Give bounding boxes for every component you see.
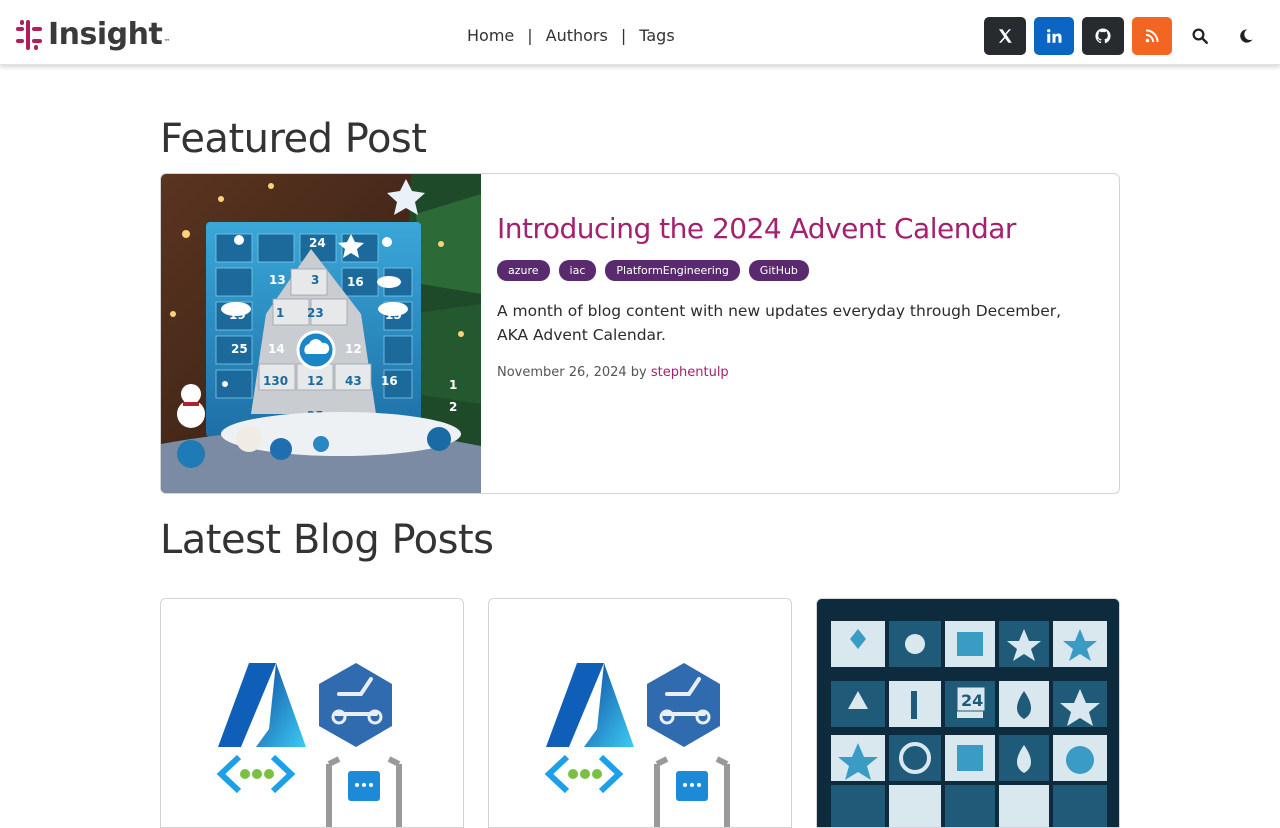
site-header: Insight ™ Home | Authors | Tags bbox=[0, 0, 1280, 65]
nav-separator: | bbox=[620, 26, 627, 45]
tag-platformengineering[interactable]: PlatformEngineering bbox=[605, 260, 740, 281]
calendar-number: 12 bbox=[307, 374, 324, 388]
calendar-number: 12 bbox=[345, 342, 362, 356]
calendar-number: 13 bbox=[269, 273, 286, 287]
advent-icons-illustration: 24 bbox=[817, 599, 1119, 827]
latest-post-card[interactable] bbox=[488, 598, 792, 828]
post-date: November 26, 2024 bbox=[497, 365, 627, 380]
featured-post-image[interactable]: 24 13 3 16 23 19 1 15 25 14 12 130 12 43… bbox=[161, 174, 481, 493]
featured-post-excerpt: A month of blog content with new updates… bbox=[497, 302, 1062, 344]
tag-iac[interactable]: iac bbox=[558, 260, 597, 281]
main-nav: Home | Authors | Tags bbox=[467, 26, 675, 45]
github-icon bbox=[1095, 28, 1111, 44]
calendar-number: 25 bbox=[231, 342, 248, 356]
featured-post-tags: azure iac PlatformEngineering GitHub bbox=[497, 260, 1097, 281]
tag-azure[interactable]: azure bbox=[497, 260, 550, 281]
featured-section-title: Featured Post bbox=[160, 116, 427, 162]
calendar-number: 130 bbox=[263, 374, 288, 388]
dark-mode-icon bbox=[1240, 29, 1253, 43]
advent-number: 24 bbox=[961, 691, 983, 710]
dark-mode-toggle[interactable] bbox=[1235, 25, 1257, 47]
calendar-number: 3 bbox=[311, 273, 319, 287]
calendar-number: 2 bbox=[449, 400, 457, 414]
calendar-number: 43 bbox=[345, 374, 362, 388]
search-icon bbox=[1192, 28, 1208, 44]
calendar-number: 14 bbox=[268, 342, 285, 356]
featured-post-body: Introducing the 2024 Advent Calendar azu… bbox=[497, 210, 1097, 380]
calendar-number: 24 bbox=[309, 236, 326, 250]
calendar-number: 23 bbox=[307, 306, 324, 320]
calendar-number: 1 bbox=[449, 378, 457, 392]
latest-post-card[interactable]: 24 bbox=[816, 598, 1120, 828]
calendar-number: 16 bbox=[347, 275, 364, 289]
azure-devops-illustration bbox=[544, 663, 730, 827]
nav-separator: | bbox=[527, 26, 533, 45]
rss-button[interactable] bbox=[1132, 17, 1172, 55]
insight-logo-mark-icon bbox=[16, 20, 42, 50]
featured-post-title[interactable]: Introducing the 2024 Advent Calendar bbox=[497, 210, 1097, 248]
insight-logo[interactable]: Insight ™ bbox=[16, 18, 170, 52]
post-author-link[interactable]: stephentulp bbox=[651, 365, 729, 380]
nav-authors-link[interactable]: Authors bbox=[546, 26, 608, 45]
github-button[interactable] bbox=[1082, 17, 1124, 55]
nav-home-link[interactable]: Home bbox=[467, 26, 514, 45]
search-button[interactable] bbox=[1189, 25, 1211, 47]
calendar-number: 16 bbox=[381, 374, 398, 388]
latest-post-card[interactable] bbox=[160, 598, 464, 828]
rss-icon bbox=[1145, 29, 1159, 43]
azure-devops-illustration bbox=[216, 663, 402, 827]
x-twitter-button[interactable] bbox=[984, 17, 1026, 55]
tag-github[interactable]: GitHub bbox=[748, 260, 809, 281]
featured-post-card[interactable]: 24 13 3 16 23 19 1 15 25 14 12 130 12 43… bbox=[160, 173, 1120, 494]
latest-section-title: Latest Blog Posts bbox=[160, 517, 494, 563]
advent-calendar-illustration: 24 13 3 16 23 19 1 15 25 14 12 130 12 43… bbox=[161, 174, 481, 493]
featured-post-meta: November 26, 2024 by stephentulp bbox=[497, 365, 1097, 380]
logo-trademark: ™ bbox=[163, 38, 171, 46]
logo-text: Insight bbox=[48, 17, 163, 52]
post-by: by bbox=[630, 365, 647, 380]
x-twitter-icon bbox=[999, 29, 1012, 43]
calendar-number: 1 bbox=[276, 306, 284, 320]
linkedin-icon bbox=[1047, 29, 1062, 43]
nav-tags-link[interactable]: Tags bbox=[639, 26, 674, 45]
linkedin-button[interactable] bbox=[1034, 17, 1074, 55]
